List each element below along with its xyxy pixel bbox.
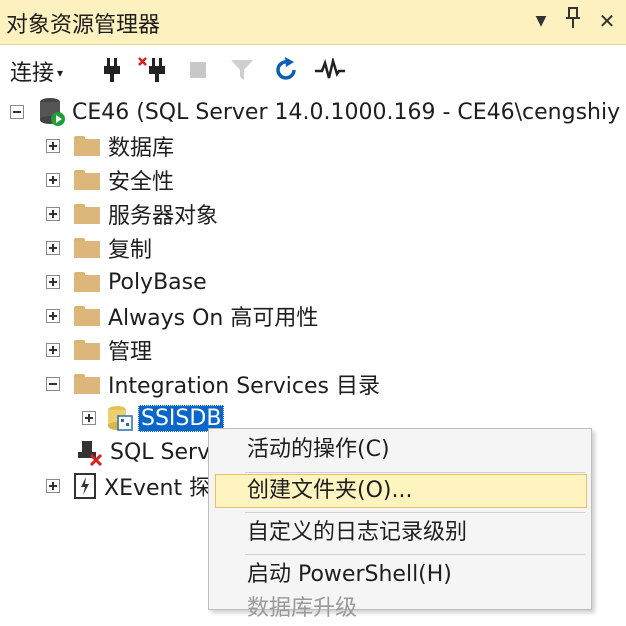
expand-toggle[interactable] [46,479,60,493]
expand-toggle[interactable] [46,241,60,255]
tree-node-label: Integration Services 目录 [108,374,380,399]
tree-node-always-on[interactable]: Always On 高可用性 [46,300,318,332]
folder-icon [74,340,100,360]
folder-icon [74,306,100,326]
connect-plug-icon[interactable] [96,53,128,87]
panel-title: 对象资源管理器 [6,13,161,38]
tree-node-label: 管理 [108,340,153,365]
server-name: CE46 (SQL Server 14.0.1000.169 - CE46\ce… [72,99,621,125]
pin-icon[interactable] [560,6,586,36]
tree-node-databases[interactable]: 数据库 [46,130,174,162]
tree-node-label: 服务器对象 [108,204,219,229]
collapse-toggle[interactable] [46,377,60,391]
expand-toggle[interactable] [46,207,60,221]
context-menu: 活动的操作(C) 创建文件夹(O)... 自定义的日志记录级别 启动 Power… [208,428,592,621]
stop-icon [182,53,214,87]
expand-toggle[interactable] [46,275,60,289]
menu-separator [245,512,585,513]
tree-node-ssisdb[interactable]: SSISDB [82,402,225,434]
menu-item-create-folder[interactable]: 创建文件夹(O)... [215,474,587,508]
toolbar: 连接 ▾ [0,45,626,97]
window-position-dropdown-icon[interactable]: ▼ [528,6,554,36]
menu-separator [245,554,585,555]
expand-toggle[interactable] [46,343,60,357]
connect-label: 连接 [10,61,55,86]
expand-toggle[interactable] [46,173,60,187]
expand-toggle[interactable] [46,309,60,323]
tree-node-server-objects[interactable]: 服务器对象 [46,198,218,230]
menu-item-custom-logging-levels[interactable]: 自定义的日志记录级别 [215,516,587,550]
tree-node-sql-agent[interactable]: SQL Serv [76,436,210,468]
folder-icon [74,374,100,394]
folder-icon [74,204,100,224]
tree-node-label: 数据库 [108,136,175,161]
expand-toggle[interactable] [46,139,60,153]
tree-node-management[interactable]: 管理 [46,334,152,366]
collapse-toggle[interactable] [10,105,24,119]
sql-agent-stopped-icon [76,438,104,467]
tree-node-polybase[interactable]: PolyBase [46,266,207,298]
tree-node-integration-services[interactable]: Integration Services 目录 [46,368,380,400]
menu-item-active-operations[interactable]: 活动的操作(C) [215,433,587,467]
folder-icon [74,238,100,258]
tree-node-replication[interactable]: 复制 [46,232,152,264]
object-explorer-titlebar: 对象资源管理器 ▼ ✕ [0,0,626,45]
xevent-label: XEvent 探 [104,476,212,501]
tree-node-xevent[interactable]: XEvent 探 [46,470,211,502]
sql-agent-label: SQL Serv [110,439,211,465]
tree-node-security[interactable]: 安全性 [46,164,174,196]
tree-node-label: Always On 高可用性 [108,306,319,331]
connect-button[interactable]: 连接 ▾ [10,55,63,87]
xevent-profiler-icon [74,473,96,499]
menu-item-start-powershell[interactable]: 启动 PowerShell(H) [215,558,587,592]
folder-icon [74,170,100,190]
tree-node-label: 复制 [108,238,153,263]
menu-separator [245,472,585,473]
refresh-icon[interactable] [270,53,302,87]
tree-node-label: PolyBase [108,269,207,295]
folder-icon [74,136,100,156]
tree-node-server[interactable]: CE46 (SQL Server 14.0.1000.169 - CE46\ce… [10,96,620,128]
chevron-down-icon: ▾ [57,66,64,80]
tree-node-label: 安全性 [108,170,175,195]
expand-toggle[interactable] [82,411,96,425]
close-icon[interactable]: ✕ [594,6,620,36]
ssis-catalog-icon [106,404,134,432]
folder-icon [74,272,100,292]
disconnect-plug-icon[interactable] [136,53,168,87]
database-server-icon [38,97,66,127]
activity-monitor-icon[interactable] [314,53,346,87]
filter-icon [226,53,258,87]
menu-item-database-upgrade[interactable]: 数据库升级 [215,592,587,626]
